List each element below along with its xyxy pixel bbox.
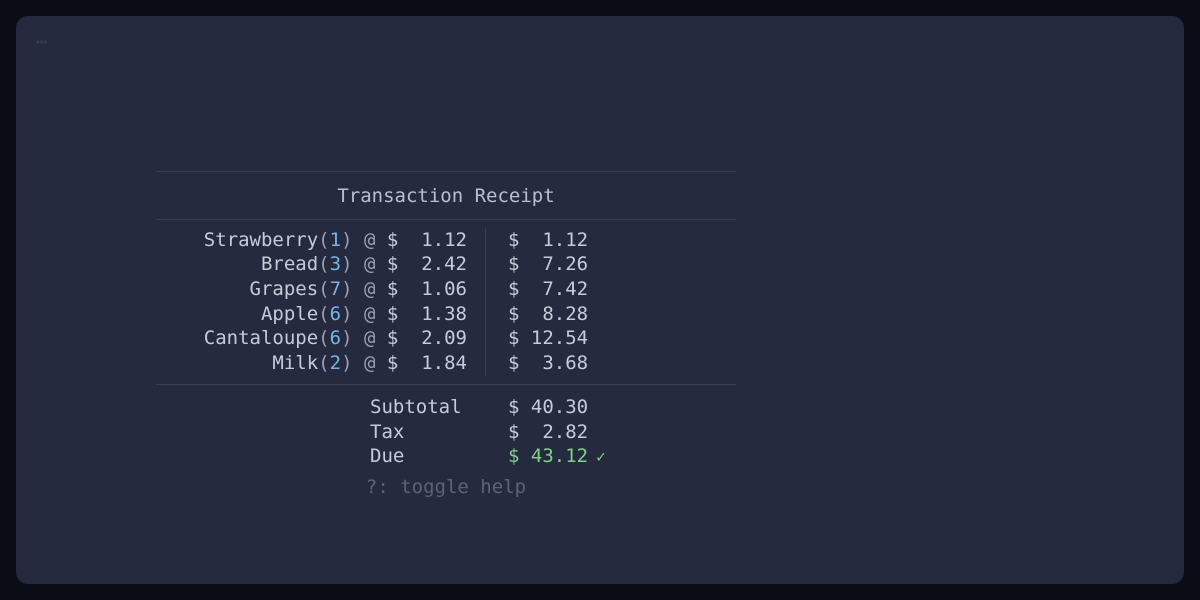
receipt-line: Grapes(7) @ $ 1.06 $ 7.42	[156, 277, 736, 302]
subtotal-row: Subtotal $ 40.30	[156, 395, 736, 420]
help-hint: ?: toggle help	[156, 475, 736, 500]
receipt-line: Bread(3) @ $ 2.42 $ 7.26	[156, 252, 736, 277]
check-icon: ✓	[588, 447, 606, 466]
due-row: Due $ 43.12✓	[156, 444, 736, 469]
receipt-totals: Subtotal $ 40.30 Tax $ 2.82 Due $ 43.12✓	[156, 385, 736, 471]
receipt-items: Strawberry(1) @ $ 1.12 $ 1.12 Bread(3) @…	[156, 220, 736, 384]
receipt-line: Milk(2) @ $ 1.84 $ 3.68	[156, 351, 736, 376]
receipt-line: Cantaloupe(6) @ $ 2.09 $ 12.54	[156, 326, 736, 351]
receipt-title: Transaction Receipt	[156, 172, 736, 219]
receipt-line: Apple(6) @ $ 1.38 $ 8.28	[156, 302, 736, 327]
receipt-line: Strawberry(1) @ $ 1.12 $ 1.12	[156, 228, 736, 253]
terminal-panel: ⋯ Transaction Receipt Strawberry(1) @ $ …	[16, 16, 1184, 584]
tax-row: Tax $ 2.82	[156, 420, 736, 445]
receipt: Transaction Receipt Strawberry(1) @ $ 1.…	[156, 171, 736, 500]
window-marker: ⋯	[36, 30, 1164, 55]
